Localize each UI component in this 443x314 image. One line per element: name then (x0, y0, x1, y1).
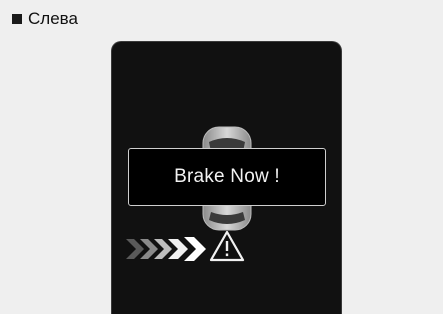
warning-message-box: Brake Now ! (128, 148, 326, 206)
square-bullet-icon (12, 14, 22, 24)
section-title: Слева (28, 9, 78, 28)
approach-arrows-icon (126, 237, 206, 261)
warning-triangle-icon (209, 230, 245, 262)
cluster-display: Brake Now ! (111, 41, 342, 314)
warning-message: Brake Now ! (174, 166, 280, 187)
section-heading: Слева (12, 9, 78, 29)
